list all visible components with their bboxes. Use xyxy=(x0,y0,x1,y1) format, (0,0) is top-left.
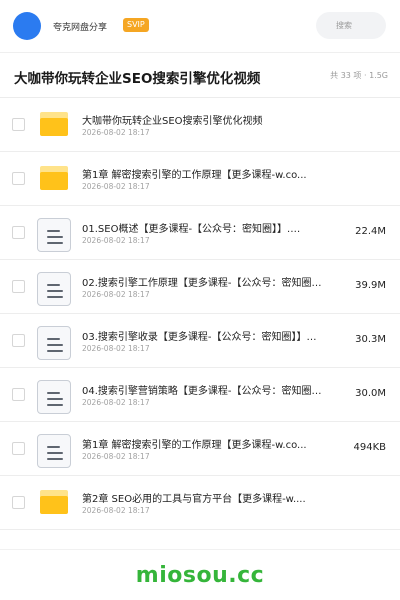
document-icon xyxy=(37,272,71,306)
file-size: 22.4M xyxy=(355,226,386,237)
row-checkbox[interactable] xyxy=(12,280,25,293)
file-date: 2026-08-02 18:17 xyxy=(82,506,150,515)
file-row[interactable]: 第1章 解密搜索引擎的工作原理【更多课程-w.co... 2026-08-02 1… xyxy=(0,422,400,476)
row-checkbox[interactable] xyxy=(12,388,25,401)
svip-badge[interactable]: SVIP xyxy=(123,18,149,32)
file-date: 2026-08-02 18:17 xyxy=(82,128,150,137)
file-name[interactable]: 第1章 解密搜索引擎的工作原理【更多课程-w.co... xyxy=(82,436,332,451)
file-name[interactable]: 01.SEO概述【更多课程-【公众号：密知圈】】.… xyxy=(82,220,332,235)
file-name[interactable]: 大咖带你玩转企业SEO搜索引擎优化视频 xyxy=(82,112,332,127)
row-checkbox[interactable] xyxy=(12,172,25,185)
file-row[interactable]: 大咖带你玩转企业SEO搜索引擎优化视频 2026-08-02 18:17 xyxy=(0,98,400,152)
document-icon xyxy=(37,380,71,414)
top-bar: 夸克网盘分享 SVIP 搜索 xyxy=(0,0,400,52)
file-date: 2026-08-02 18:17 xyxy=(82,344,150,353)
file-row[interactable]: 第1章 解密搜索引擎的工作原理【更多课程-w.co... 2026-08-02 1… xyxy=(0,152,400,206)
file-row[interactable]: 第2章 SEO必用的工具与官方平台【更多课程-w.... 2026-08-02 1… xyxy=(0,476,400,530)
share-header: 大咖带你玩转企业SEO搜索引擎优化视频 共 33 项 · 1.5G xyxy=(0,53,400,97)
row-checkbox[interactable] xyxy=(12,496,25,509)
folder-icon xyxy=(40,166,68,190)
file-size: 30.0M xyxy=(355,388,386,399)
document-icon xyxy=(37,218,71,252)
brand-label: 夸克网盘分享 xyxy=(53,23,108,33)
file-size: 30.3M xyxy=(355,334,386,345)
file-row[interactable]: 04.搜索引擎营销策略【更多课程-【公众号：密知圈… 2026-08-02 18:… xyxy=(0,368,400,422)
file-size: 39.9M xyxy=(355,280,386,291)
folder-icon xyxy=(40,112,68,136)
document-icon xyxy=(37,326,71,360)
file-size: 494KB xyxy=(353,442,386,453)
file-row[interactable]: 01.SEO概述【更多课程-【公众号：密知圈】】.… 2026-08-02 18:… xyxy=(0,206,400,260)
file-name[interactable]: 第2章 SEO必用的工具与官方平台【更多课程-w.... xyxy=(82,490,332,505)
file-date: 2026-08-02 18:17 xyxy=(82,236,150,245)
file-date: 2026-08-02 18:17 xyxy=(82,182,150,191)
file-date: 2026-08-02 18:17 xyxy=(82,452,150,461)
row-checkbox[interactable] xyxy=(12,442,25,455)
file-name[interactable]: 03.搜索引擎收录【更多课程-【公众号：密知圈】】… xyxy=(82,328,332,343)
row-checkbox[interactable] xyxy=(12,334,25,347)
file-name[interactable]: 第1章 解密搜索引擎的工作原理【更多课程-w.co... xyxy=(82,166,332,181)
folder-icon xyxy=(40,490,68,514)
file-name[interactable]: 04.搜索引擎营销策略【更多课程-【公众号：密知圈… xyxy=(82,382,332,397)
divider xyxy=(0,549,400,550)
row-checkbox[interactable] xyxy=(12,226,25,239)
file-row[interactable]: 03.搜索引擎收录【更多课程-【公众号：密知圈】】… 2026-08-02 18:… xyxy=(0,314,400,368)
watermark: miosou.cc xyxy=(135,563,265,588)
page-title: 大咖带你玩转企业SEO搜索引擎优化视频 xyxy=(14,71,261,87)
row-checkbox[interactable] xyxy=(12,118,25,131)
document-icon xyxy=(37,434,71,468)
avatar[interactable] xyxy=(13,12,41,40)
share-meta: 共 33 项 · 1.5G xyxy=(330,71,388,80)
file-list: 大咖带你玩转企业SEO搜索引擎优化视频 2026-08-02 18:17 第1章 解… xyxy=(0,98,400,530)
file-row[interactable]: 02.搜索引擎工作原理【更多课程-【公众号：密知圈… 2026-08-02 18:… xyxy=(0,260,400,314)
file-name[interactable]: 02.搜索引擎工作原理【更多课程-【公众号：密知圈… xyxy=(82,274,332,289)
file-date: 2026-08-02 18:17 xyxy=(82,398,150,407)
search-input[interactable]: 搜索 xyxy=(316,12,386,39)
file-date: 2026-08-02 18:17 xyxy=(82,290,150,299)
